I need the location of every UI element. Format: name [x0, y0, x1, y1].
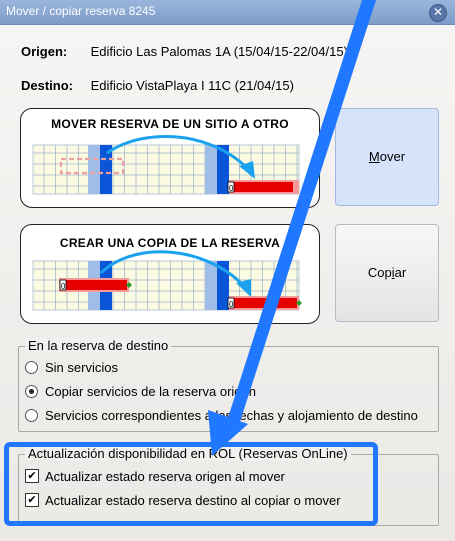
annotation-arrow	[208, 0, 376, 456]
